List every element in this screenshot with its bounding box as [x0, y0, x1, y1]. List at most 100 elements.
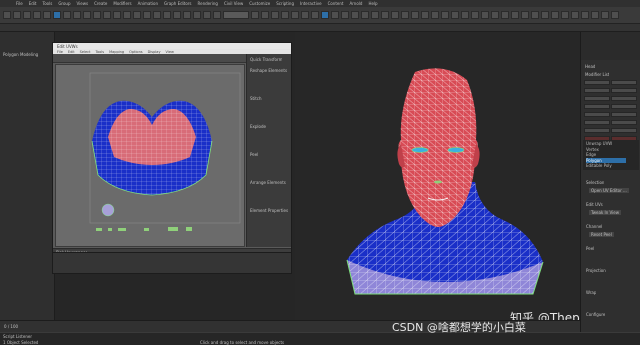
modifier-set-button[interactable]: [611, 104, 637, 109]
modifier-set-button[interactable]: [584, 88, 610, 93]
uv-menu-tools[interactable]: Tools: [95, 50, 104, 54]
menu-item-scripting[interactable]: Scripting: [276, 1, 294, 6]
toolbar-tool-icon[interactable]: [451, 11, 459, 19]
toolbar-tool-icon[interactable]: [421, 11, 429, 19]
toolbar-tool-icon[interactable]: [411, 11, 419, 19]
toolbar-tool-icon[interactable]: [321, 11, 329, 19]
toolbar-tool-icon[interactable]: [3, 11, 11, 19]
toolbar-tool-icon[interactable]: [431, 11, 439, 19]
rollout-projection[interactable]: Projection: [586, 268, 606, 273]
toolbar-tool-icon[interactable]: [183, 11, 191, 19]
modifier-list-dropdown[interactable]: Modifier List: [585, 72, 609, 77]
uv-menu-display[interactable]: Display: [148, 50, 161, 54]
toolbar-tool-icon[interactable]: [461, 11, 469, 19]
uv-menu-mapping[interactable]: Mapping: [109, 50, 124, 54]
toolbar-tool-icon[interactable]: [311, 11, 319, 19]
toolbar-tool-icon[interactable]: [521, 11, 529, 19]
toolbar-tool-icon[interactable]: [33, 11, 41, 19]
toolbar-tool-icon[interactable]: [381, 11, 389, 19]
rollout-edit-uvs[interactable]: Edit UVs: [586, 202, 603, 207]
modifier-set-button[interactable]: [611, 112, 637, 117]
modifier-set-button[interactable]: [611, 120, 637, 125]
modifier-set-button[interactable]: [584, 96, 610, 101]
toolbar-tool-icon[interactable]: [163, 11, 171, 19]
modifier-stack-item[interactable]: Editable Poly: [586, 163, 612, 168]
toolbar-tool-icon[interactable]: [501, 11, 509, 19]
menu-item-civil-view[interactable]: Civil View: [224, 1, 243, 6]
menu-item-arnold[interactable]: Arnold: [349, 1, 362, 6]
menu-item-interactive[interactable]: Interactive: [300, 1, 322, 6]
menu-item-rendering[interactable]: Rendering: [198, 1, 218, 6]
modifier-stack-item[interactable]: Unwrap UVW: [586, 141, 612, 146]
uv-menu-edit[interactable]: Edit: [68, 50, 75, 54]
toolbar-tool-icon[interactable]: [441, 11, 449, 19]
toolbar-tool-icon[interactable]: [93, 11, 101, 19]
modifier-stack-item[interactable]: Edge: [586, 152, 596, 157]
toolbar-tool-icon[interactable]: [23, 11, 31, 19]
rollout-selection[interactable]: Selection: [586, 180, 604, 185]
perspective-viewport[interactable]: 知乎 @Thepoly: [295, 32, 598, 325]
toolbar-tool-icon[interactable]: [481, 11, 489, 19]
uv-editor-window[interactable]: Edit UVWs File Edit Select Tools Mapping Opti…: [52, 42, 292, 257]
script-listener-label[interactable]: Script Listener: [3, 334, 32, 339]
menu-item-tools[interactable]: Tools: [42, 1, 52, 6]
toolbar-tool-icon[interactable]: [471, 11, 479, 19]
menu-item-group[interactable]: Group: [58, 1, 70, 6]
uv-menu-view[interactable]: View: [166, 50, 174, 54]
modifier-set-button[interactable]: [611, 96, 637, 101]
toolbar-tool-icon[interactable]: [83, 11, 91, 19]
uv-section-arrange-elements[interactable]: Arrange Elements: [250, 180, 286, 185]
modifier-set-button[interactable]: [584, 120, 610, 125]
toolbar-tool-icon[interactable]: [43, 11, 51, 19]
uv-menu-file[interactable]: File: [57, 50, 63, 54]
toolbar-tool-icon[interactable]: [561, 11, 569, 19]
toolbar-tool-icon[interactable]: [531, 11, 539, 19]
toolbar-tool-icon[interactable]: [193, 11, 201, 19]
menu-item-content[interactable]: Content: [328, 1, 344, 6]
modifier-set-button[interactable]: [611, 80, 637, 85]
menu-item-edit[interactable]: Edit: [29, 1, 37, 6]
uv-section-peel[interactable]: Peel: [250, 152, 258, 157]
toolbar-tool-icon[interactable]: [491, 11, 499, 19]
modifier-set-button[interactable]: [584, 112, 610, 117]
toolbar-tool-icon[interactable]: [173, 11, 181, 19]
menu-item-modifiers[interactable]: Modifiers: [113, 1, 131, 6]
rollout-configure[interactable]: Configure: [586, 312, 605, 317]
menu-item-animation[interactable]: Animation: [138, 1, 158, 6]
uv-menu-options[interactable]: Options: [129, 50, 143, 54]
toolbar-tool-icon[interactable]: [581, 11, 589, 19]
toolbar-tool-icon[interactable]: [351, 11, 359, 19]
toolbar-tool-icon[interactable]: [541, 11, 549, 19]
toolbar-tool-icon[interactable]: [511, 11, 519, 19]
toolbar-tool-icon[interactable]: [63, 11, 71, 19]
selection-set-dropdown[interactable]: [223, 11, 249, 19]
uv-menu-select[interactable]: Select: [80, 50, 91, 54]
modifier-set-button[interactable]: [584, 80, 610, 85]
uv-section-stitch[interactable]: Stitch: [250, 96, 262, 101]
toolbar-tool-icon[interactable]: [341, 11, 349, 19]
modifier-set-button[interactable]: [611, 128, 637, 133]
toolbar-tool-icon[interactable]: [291, 11, 299, 19]
toolbar-tool-icon[interactable]: [73, 11, 81, 19]
toolbar-tool-icon[interactable]: [371, 11, 379, 19]
toolbar-tool-icon[interactable]: [13, 11, 21, 19]
toolbar-tool-icon[interactable]: [301, 11, 309, 19]
toolbar-tool-icon[interactable]: [53, 11, 61, 19]
toolbar-tool-icon[interactable]: [611, 11, 619, 19]
menu-item-file[interactable]: File: [16, 1, 23, 6]
toolbar-tool-icon[interactable]: [143, 11, 151, 19]
menu-item-create[interactable]: Create: [94, 1, 107, 6]
toolbar-tool-icon[interactable]: [261, 11, 269, 19]
toolbar-tool-icon[interactable]: [213, 11, 221, 19]
command-button[interactable]: Open UV Editor ...: [589, 188, 629, 193]
toolbar-tool-icon[interactable]: [133, 11, 141, 19]
modifier-set-button[interactable]: [584, 128, 610, 133]
toolbar-tool-icon[interactable]: [361, 11, 369, 19]
toolbar-tool-icon[interactable]: [591, 11, 599, 19]
modifier-stack-item[interactable]: Polygon: [586, 157, 626, 163]
modifier-set-button[interactable]: [584, 104, 610, 109]
menu-item-graph-editors[interactable]: Graph Editors: [164, 1, 191, 6]
command-button[interactable]: Reset Peel: [589, 232, 614, 237]
uv-section-reshape-elements[interactable]: Reshape Elements: [250, 68, 287, 73]
command-button[interactable]: Tweak In View: [589, 210, 622, 215]
